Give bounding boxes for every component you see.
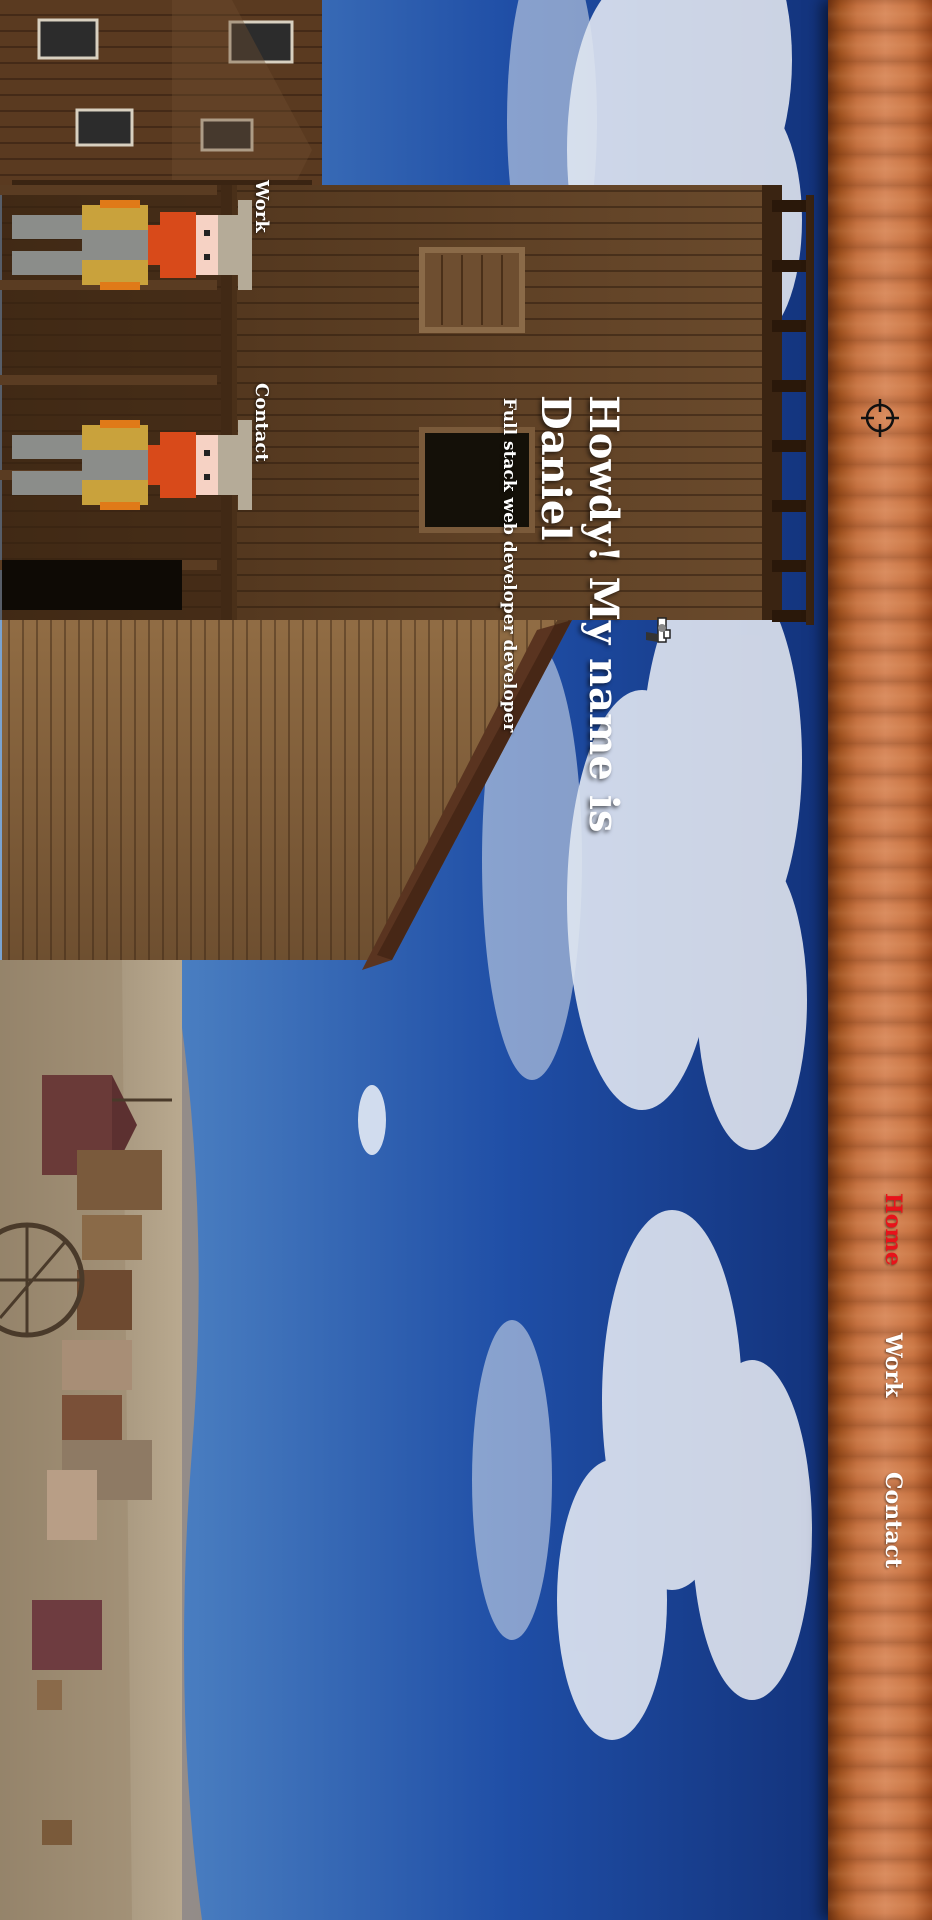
app-viewport: Home Work Contact Howdy! My name is Dani… <box>0 0 932 1920</box>
top-navigation-bar: Home Work Contact <box>828 0 932 1920</box>
cowboy-character-icon[interactable] <box>4 190 252 300</box>
hero-title: Howdy! My name is Daniel <box>532 395 627 833</box>
nav-link-contact[interactable]: Contact <box>880 1472 906 1568</box>
cowboy-character-icon[interactable] <box>4 410 252 520</box>
hero-subtitle: Full stack web developer developer <box>499 398 519 733</box>
character-label-work[interactable]: Work <box>251 180 272 233</box>
crosshair-icon[interactable] <box>860 398 900 438</box>
character-label-contact[interactable]: Contact <box>251 383 272 462</box>
revolver-icon <box>646 617 671 643</box>
nav-link-work[interactable]: Work <box>880 1333 906 1397</box>
nav-link-home[interactable]: Home <box>880 1193 906 1266</box>
